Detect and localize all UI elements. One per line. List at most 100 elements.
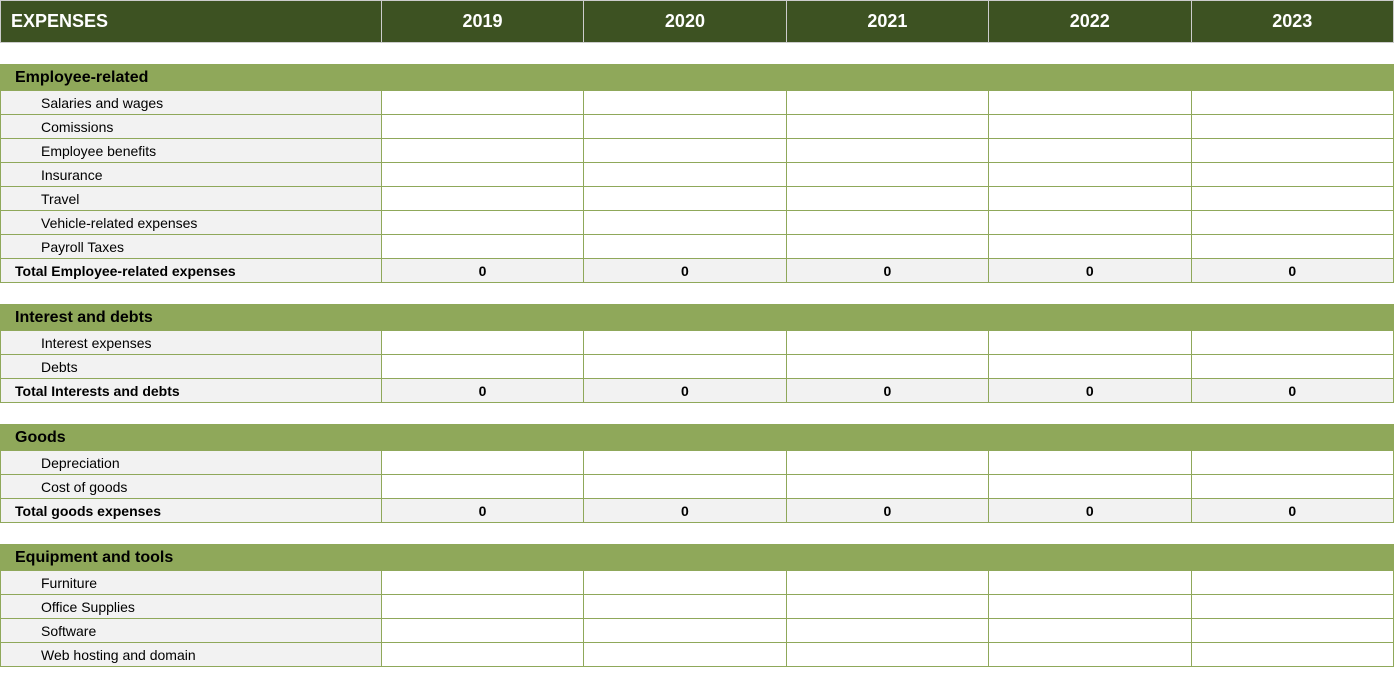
item-value-cell[interactable] [1191,451,1394,475]
item-label: Insurance [1,163,382,187]
item-value-cell[interactable] [584,451,786,475]
item-value-cell[interactable] [989,235,1191,259]
item-value-cell[interactable] [786,115,988,139]
item-value-cell[interactable] [1191,115,1394,139]
item-value-cell[interactable] [381,331,583,355]
item-value-cell[interactable] [584,211,786,235]
item-value-cell[interactable] [989,643,1191,667]
total-value: 0 [1191,379,1394,403]
item-value-cell[interactable] [786,355,988,379]
item-value-cell[interactable] [786,235,988,259]
item-value-cell[interactable] [584,91,786,115]
item-value-cell[interactable] [381,475,583,499]
item-value-cell[interactable] [989,331,1191,355]
item-value-cell[interactable] [584,187,786,211]
item-value-cell[interactable] [1191,331,1394,355]
item-value-cell[interactable] [786,571,988,595]
item-value-cell[interactable] [989,355,1191,379]
item-row: Comissions [1,115,1394,139]
item-value-cell[interactable] [584,355,786,379]
item-value-cell[interactable] [584,115,786,139]
section-header: Interest and debts [1,305,1394,331]
item-value-cell[interactable] [381,571,583,595]
item-value-cell[interactable] [1191,643,1394,667]
item-label: Software [1,619,382,643]
item-row: Software [1,619,1394,643]
spacer-cell [1,403,1394,425]
item-value-cell[interactable] [381,115,583,139]
section-header: Employee-related [1,65,1394,91]
item-value-cell[interactable] [989,163,1191,187]
item-value-cell[interactable] [381,187,583,211]
item-value-cell[interactable] [786,163,988,187]
item-value-cell[interactable] [989,211,1191,235]
item-label: Payroll Taxes [1,235,382,259]
item-value-cell[interactable] [584,619,786,643]
item-value-cell[interactable] [989,619,1191,643]
item-value-cell[interactable] [584,139,786,163]
item-value-cell[interactable] [989,571,1191,595]
total-row: Total goods expenses00000 [1,499,1394,523]
item-value-cell[interactable] [1191,139,1394,163]
section-title: Goods [1,425,1394,451]
item-value-cell[interactable] [1191,211,1394,235]
item-value-cell[interactable] [584,571,786,595]
item-value-cell[interactable] [584,163,786,187]
spacer-cell [1,43,1394,65]
section-header: Goods [1,425,1394,451]
item-value-cell[interactable] [1191,619,1394,643]
item-value-cell[interactable] [584,595,786,619]
spacer-cell [1,283,1394,305]
item-value-cell[interactable] [1191,595,1394,619]
total-value: 0 [989,499,1191,523]
item-value-cell[interactable] [989,187,1191,211]
item-value-cell[interactable] [786,139,988,163]
item-value-cell[interactable] [786,595,988,619]
item-value-cell[interactable] [989,139,1191,163]
item-value-cell[interactable] [381,619,583,643]
item-value-cell[interactable] [989,475,1191,499]
item-value-cell[interactable] [381,211,583,235]
item-value-cell[interactable] [786,619,988,643]
item-value-cell[interactable] [1191,571,1394,595]
item-value-cell[interactable] [1191,355,1394,379]
item-value-cell[interactable] [381,139,583,163]
item-value-cell[interactable] [786,91,988,115]
item-value-cell[interactable] [786,331,988,355]
item-value-cell[interactable] [1191,475,1394,499]
item-value-cell[interactable] [989,115,1191,139]
item-value-cell[interactable] [584,643,786,667]
item-value-cell[interactable] [1191,91,1394,115]
item-value-cell[interactable] [381,643,583,667]
item-value-cell[interactable] [786,643,988,667]
item-value-cell[interactable] [584,331,786,355]
item-value-cell[interactable] [584,235,786,259]
item-value-cell[interactable] [1191,163,1394,187]
item-label: Employee benefits [1,139,382,163]
item-value-cell[interactable] [381,451,583,475]
year-header-1: 2020 [584,1,786,43]
item-row: Insurance [1,163,1394,187]
item-value-cell[interactable] [381,235,583,259]
item-value-cell[interactable] [786,187,988,211]
item-value-cell[interactable] [584,475,786,499]
item-value-cell[interactable] [1191,187,1394,211]
item-value-cell[interactable] [381,163,583,187]
item-row: Travel [1,187,1394,211]
item-value-cell[interactable] [989,91,1191,115]
item-row: Web hosting and domain [1,643,1394,667]
item-value-cell[interactable] [989,451,1191,475]
item-value-cell[interactable] [786,475,988,499]
total-value: 0 [584,259,786,283]
item-row: Depreciation [1,451,1394,475]
item-value-cell[interactable] [381,595,583,619]
item-value-cell[interactable] [381,355,583,379]
item-value-cell[interactable] [786,451,988,475]
item-value-cell[interactable] [381,91,583,115]
item-value-cell[interactable] [1191,235,1394,259]
total-value: 0 [1191,259,1394,283]
item-value-cell[interactable] [989,595,1191,619]
item-value-cell[interactable] [786,211,988,235]
item-label: Interest expenses [1,331,382,355]
total-value: 0 [1191,499,1394,523]
